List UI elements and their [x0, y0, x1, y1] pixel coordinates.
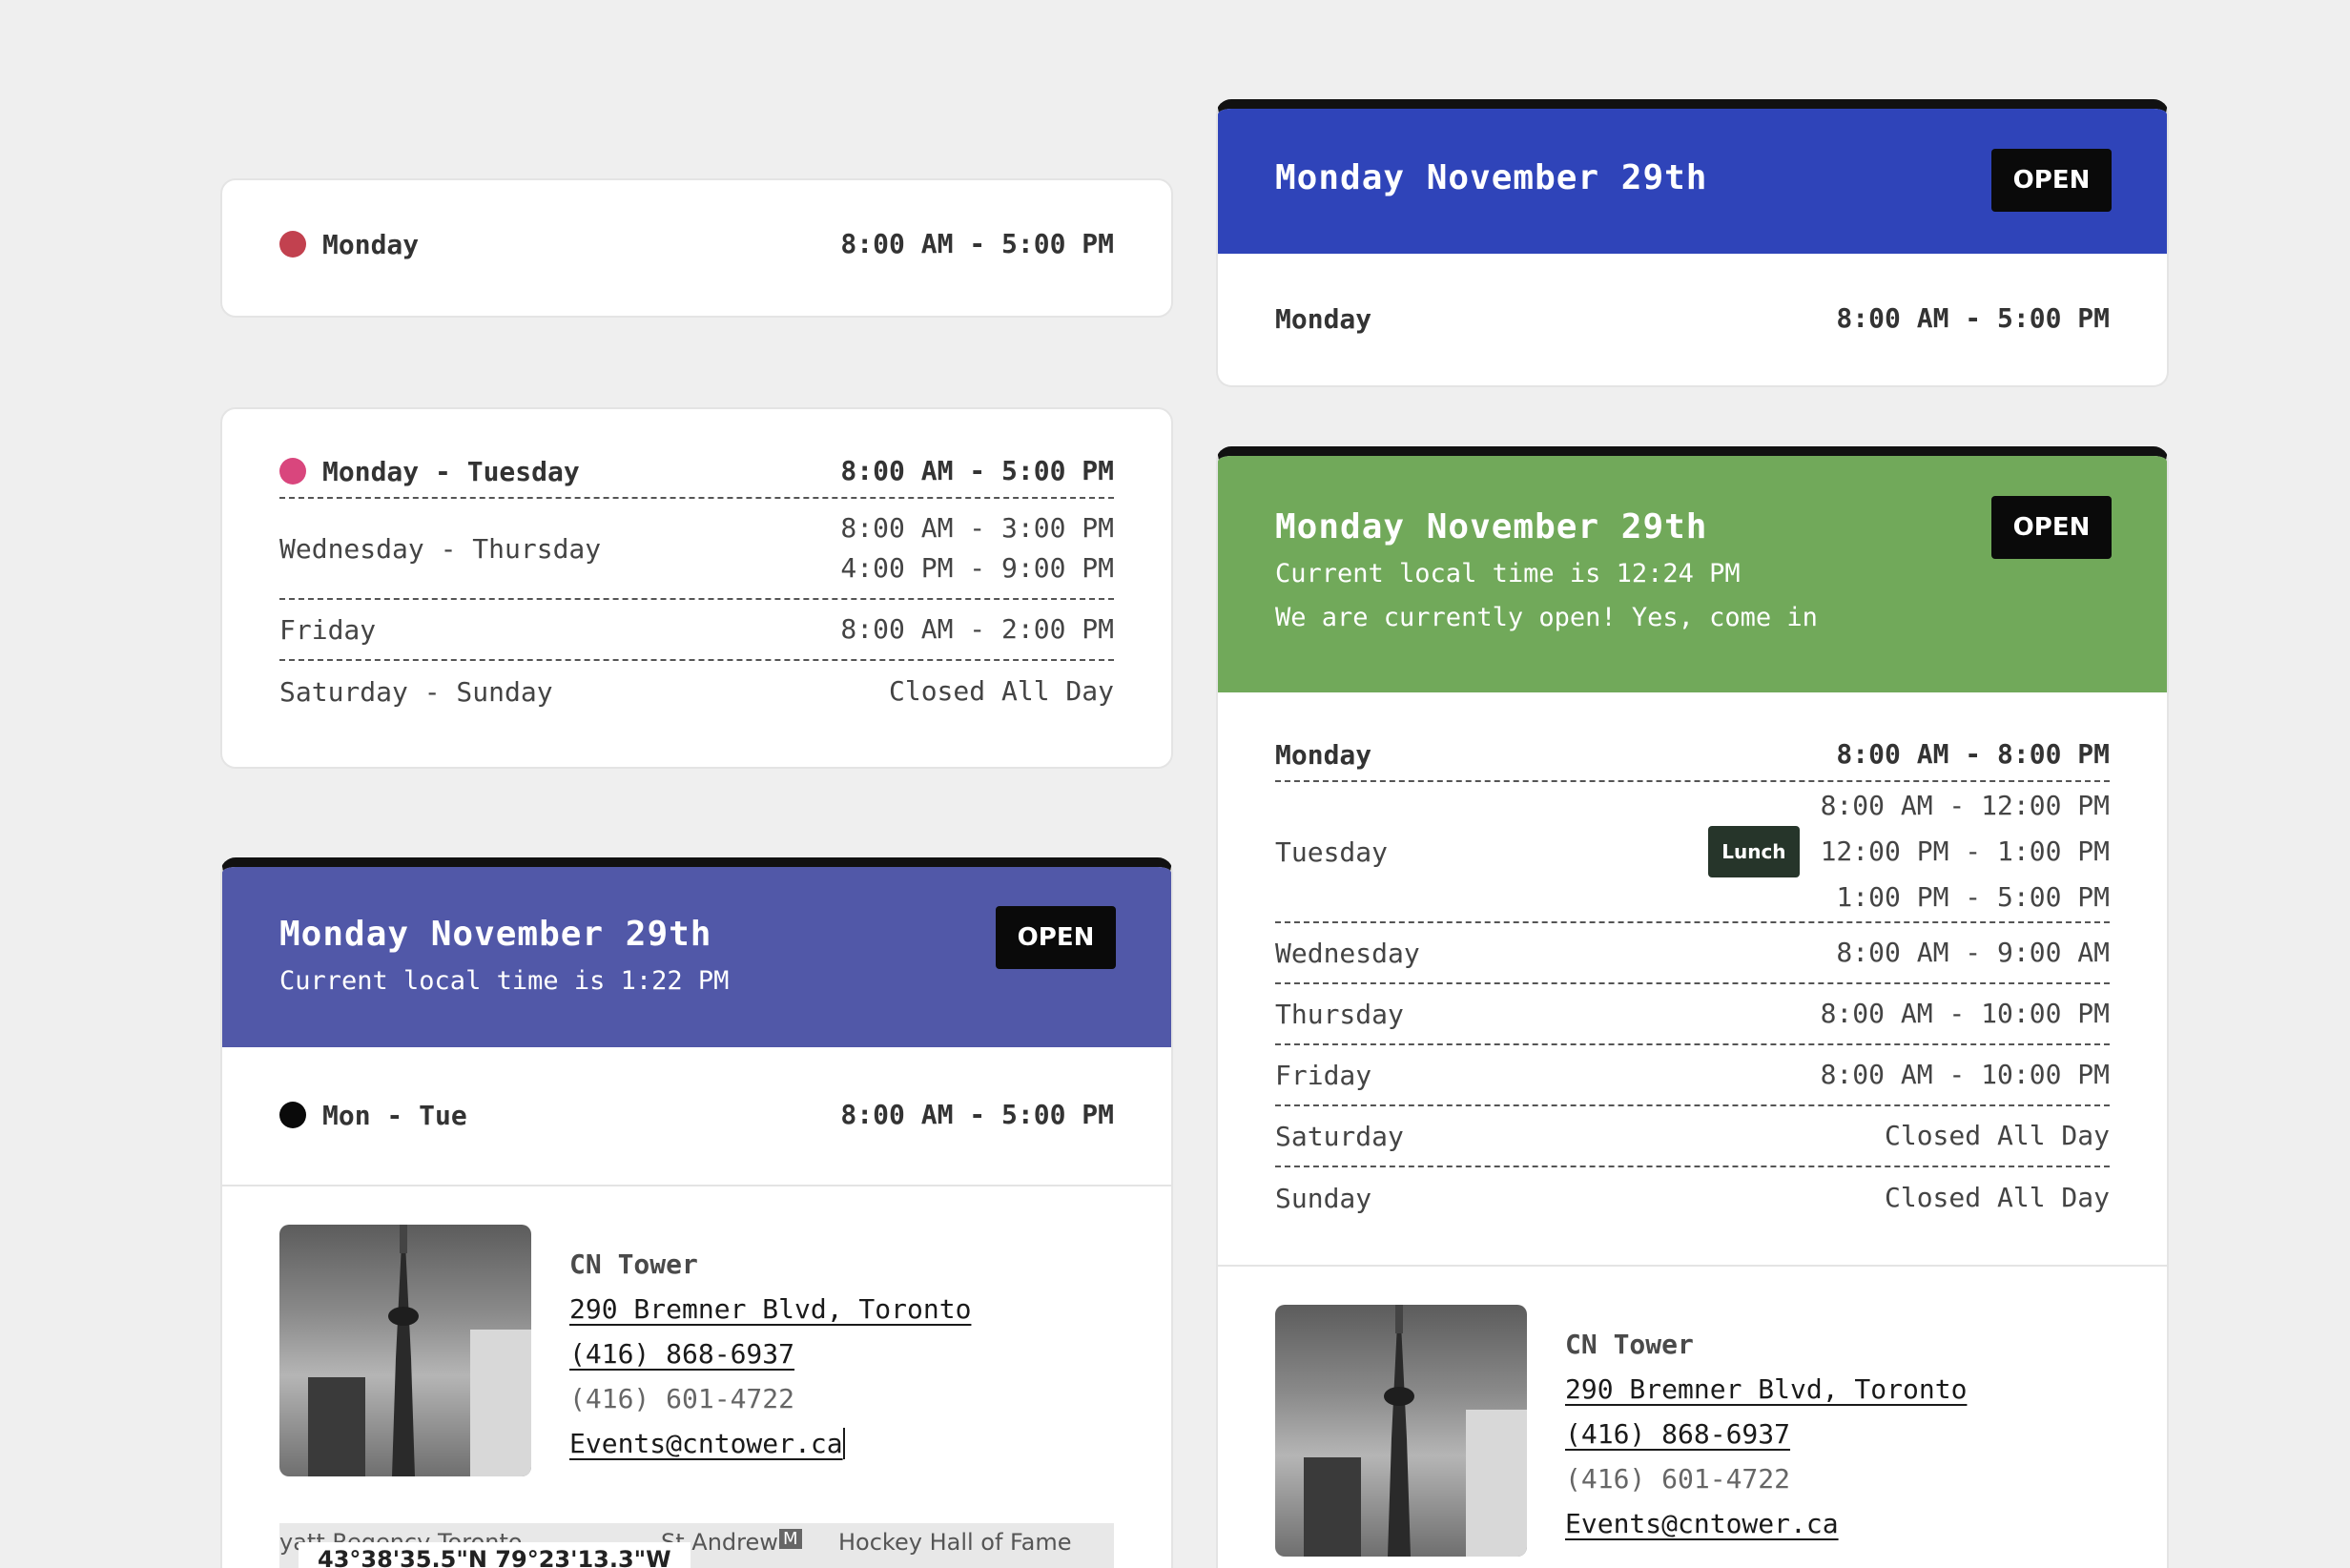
- hours-row: Monday 8:00 AM - 5:00 PM: [279, 180, 1114, 279]
- hours-row: Friday 8:00 AM - 10:00 PM: [1275, 1045, 2110, 1106]
- hours-label: 8:00 AM - 10:00 PM: [1820, 998, 2110, 1029]
- card-header: Monday November 29th Current local time …: [1218, 456, 2167, 692]
- hours-label: 8:00 AM - 5:00 PM: [1836, 302, 2110, 334]
- day-label: Tuesday: [1275, 836, 1389, 868]
- hours-card-simple: Monday 8:00 AM - 5:00 PM: [220, 178, 1173, 318]
- location-map[interactable]: yatt Regency Toronto St Andrew M Hockey …: [279, 1523, 1114, 1568]
- location-card-right: Monday November 29th Current local time …: [1216, 446, 2169, 1568]
- day-cell: Monday: [279, 229, 419, 260]
- hours-row: Wednesday 8:00 AM - 9:00 AM: [1275, 923, 2110, 984]
- card-header: Monday November 29th Current local time …: [222, 867, 1171, 1047]
- hours-row: Monday - Tuesday 8:00 AM - 5:00 PM: [279, 445, 1114, 499]
- venue-name: CN Tower: [1565, 1329, 1694, 1360]
- day-label: Monday: [1275, 738, 1372, 771]
- hours-row: Tuesday 8:00 AM - 12:00 PM Lunch 12:00 P…: [1275, 782, 2110, 923]
- location-card-left: Monday November 29th Current local time …: [220, 857, 1173, 1568]
- header-subtitle: Current local time is 1:22 PM: [279, 966, 730, 996]
- hours-row: Saturday Closed All Day: [1275, 1106, 2110, 1167]
- hours-row: Monday 8:00 AM - 5:00 PM: [1275, 254, 2110, 353]
- day-label: Wednesday: [1275, 937, 1420, 969]
- cn-tower-photo: [1275, 1305, 1527, 1557]
- hours-label: 4:00 PM - 9:00 PM: [840, 552, 1114, 584]
- address-link[interactable]: 290 Bremner Blvd, Toronto: [1565, 1373, 1967, 1405]
- day-label: Wednesday - Thursday: [279, 532, 602, 565]
- phone-link[interactable]: (416) 868-6937: [569, 1338, 794, 1370]
- hours-label: Closed All Day: [1884, 1120, 2110, 1151]
- email-link[interactable]: Events@cntower.ca: [1565, 1508, 1839, 1539]
- metro-icon: M: [779, 1529, 802, 1549]
- hours-label: 12:00 PM - 1:00 PM: [1820, 836, 2110, 867]
- card-header: Monday November 29th OPEN: [1218, 109, 2167, 254]
- day-label: Thursday: [1275, 998, 1404, 1030]
- hours-row: Friday 8:00 AM - 2:00 PM: [279, 600, 1114, 661]
- map-coordinates: 43°38'35.5"N 79°23'13.3"W: [299, 1542, 691, 1568]
- tower-image-icon: [308, 1225, 531, 1476]
- hours-label: 8:00 AM - 12:00 PM: [1820, 790, 2110, 821]
- open-status-badge: OPEN: [1991, 149, 2112, 212]
- phone-secondary: (416) 601-4722: [569, 1383, 795, 1414]
- hours-row: Wednesday - Thursday 8:00 AM - 3:00 PM 4…: [279, 499, 1114, 600]
- hours-label: 8:00 AM - 9:00 AM: [1836, 937, 2110, 968]
- day-label: Saturday: [1275, 1120, 1404, 1152]
- hours-label: 8:00 AM - 8:00 PM: [1836, 738, 2110, 770]
- lunch-line: Lunch 12:00 PM - 1:00 PM: [1708, 826, 2110, 877]
- tower-image-icon: [1304, 1305, 1527, 1557]
- day-cell: Monday - Tuesday: [279, 456, 580, 487]
- hours-card-blue: Monday November 29th OPEN Monday 8:00 AM…: [1216, 99, 2169, 387]
- hours-row: Mon - Tue 8:00 AM - 5:00 PM: [279, 1047, 1114, 1146]
- header-title: Monday November 29th: [1275, 158, 1708, 197]
- hours-row: Thursday 8:00 AM - 10:00 PM: [1275, 984, 2110, 1045]
- contact-info: CN Tower 290 Bremner Blvd, Toronto (416)…: [569, 1242, 971, 1476]
- hours-cell: 8:00 AM - 12:00 PM Lunch 12:00 PM - 1:00…: [1708, 786, 2110, 918]
- open-message: We are currently open! Yes, come in: [1275, 603, 1818, 632]
- day-cell: Mon - Tue: [279, 1100, 467, 1131]
- hours-label: Closed All Day: [1884, 1182, 2110, 1213]
- day-label: Monday: [322, 228, 420, 260]
- venue-name: CN Tower: [569, 1248, 698, 1280]
- lunch-badge: Lunch: [1708, 826, 1800, 877]
- contact-section: CN Tower 290 Bremner Blvd, Toronto (416)…: [1218, 1265, 2167, 1557]
- address-link[interactable]: 290 Bremner Blvd, Toronto: [569, 1293, 971, 1325]
- hours-label: Closed All Day: [888, 675, 1114, 707]
- day-label: Saturday - Sunday: [279, 675, 553, 708]
- hours-label: 8:00 AM - 5:00 PM: [840, 455, 1114, 486]
- phone-link[interactable]: (416) 868-6937: [1565, 1418, 1790, 1450]
- hours-row: Monday 8:00 AM - 8:00 PM: [1275, 729, 2110, 782]
- day-label: Sunday: [1275, 1182, 1372, 1214]
- day-label: Monday - Tuesday: [322, 455, 580, 487]
- day-label: Friday: [1275, 1059, 1372, 1091]
- hours-cell: 8:00 AM - 3:00 PM 4:00 PM - 9:00 PM: [840, 508, 1114, 588]
- header-subtitle: Current local time is 12:24 PM: [1275, 559, 1741, 588]
- hours-label: 8:00 AM - 10:00 PM: [1820, 1059, 2110, 1090]
- phone-secondary: (416) 601-4722: [1565, 1463, 1791, 1495]
- hours-label: 1:00 PM - 5:00 PM: [1836, 881, 2110, 913]
- day-label: Mon - Tue: [322, 1099, 467, 1131]
- email-link[interactable]: Events@cntower.ca: [569, 1428, 845, 1459]
- status-dot-icon: [279, 231, 306, 258]
- hours-label: 8:00 AM - 5:00 PM: [840, 1099, 1114, 1130]
- contact-section: CN Tower 290 Bremner Blvd, Toronto (416)…: [222, 1185, 1171, 1476]
- hours-card-weekly: Monday - Tuesday 8:00 AM - 5:00 PM Wedne…: [220, 407, 1173, 769]
- open-status-badge: OPEN: [1991, 496, 2112, 559]
- header-title: Monday November 29th: [279, 915, 712, 954]
- map-label: Hockey Hall of Fame: [838, 1529, 1072, 1556]
- open-status-badge: OPEN: [996, 906, 1116, 969]
- hours-label: 8:00 AM - 5:00 PM: [840, 228, 1114, 259]
- cn-tower-photo: [279, 1225, 531, 1476]
- hours-label: 8:00 AM - 3:00 PM: [840, 512, 1114, 544]
- day-label: Monday: [1275, 302, 1372, 335]
- status-dot-icon: [279, 458, 306, 485]
- day-label: Friday: [279, 613, 377, 646]
- hours-label: 8:00 AM - 2:00 PM: [840, 613, 1114, 645]
- header-title: Monday November 29th: [1275, 507, 1708, 547]
- status-dot-icon: [279, 1102, 306, 1128]
- hours-row: Saturday - Sunday Closed All Day: [279, 661, 1114, 722]
- contact-info: CN Tower 290 Bremner Blvd, Toronto (416)…: [1565, 1322, 1967, 1557]
- hours-row: Sunday Closed All Day: [1275, 1167, 2110, 1228]
